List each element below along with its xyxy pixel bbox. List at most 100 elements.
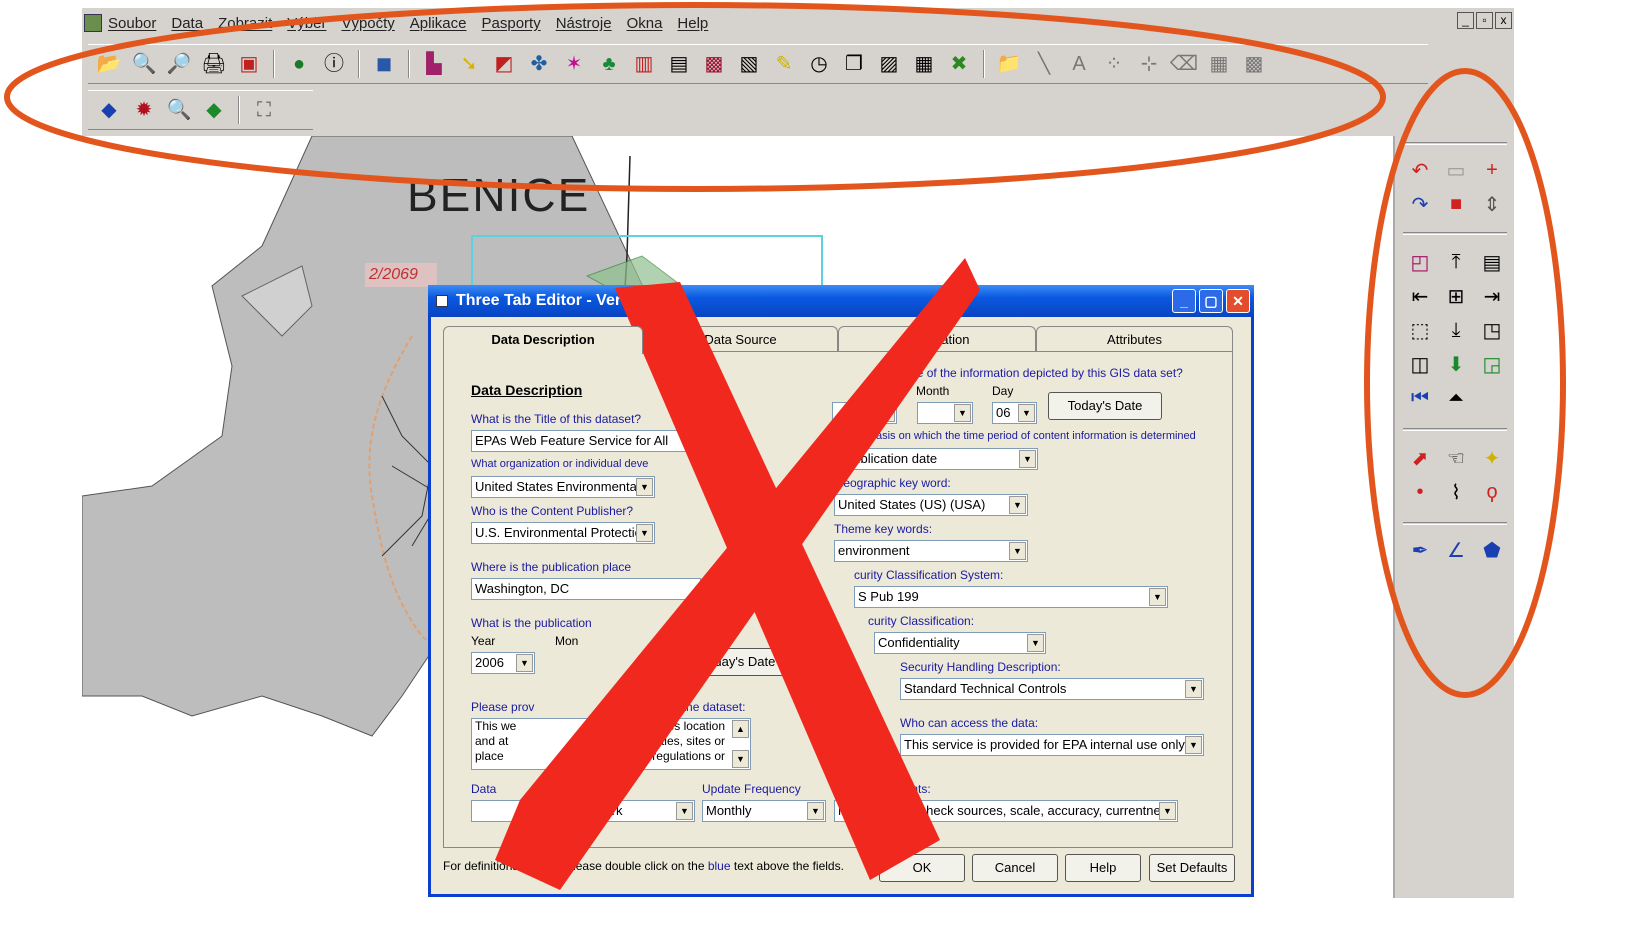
restore-button[interactable]: ▫ [1476,12,1493,29]
minimize-button[interactable]: _ [1457,12,1474,29]
chevron-down-icon[interactable]: ▼ [1019,450,1036,468]
tools-icon[interactable]: ✖ [944,49,974,79]
organization-question[interactable]: What organization or individual deve [471,458,648,470]
bar-chart-icon[interactable]: ▥ [629,49,659,79]
zoom-in-icon[interactable]: 🔍 [129,49,159,79]
menu-nastroje[interactable]: Nástroje [556,15,612,32]
database-icon[interactable]: ◼ [369,49,399,79]
zoom-out-icon[interactable]: 🔎 [164,49,194,79]
buildings-icon[interactable]: ▙ [419,49,449,79]
organization-select[interactable]: United States Environmental [471,476,655,498]
lasso-icon[interactable]: ϙ [1477,478,1507,506]
window-add-icon[interactable]: ◰ [1405,248,1435,276]
pages-icon[interactable]: ❐ [839,49,869,79]
menu-data[interactable]: Data [171,15,203,32]
handling-description-select[interactable]: Standard Technical Controls [900,678,1204,700]
chevron-down-icon[interactable]: ▼ [1018,404,1035,422]
grid-icon[interactable]: ▦ [1204,49,1234,79]
title-question[interactable]: What is the Title of this dataset? [471,412,641,426]
abstract-textarea[interactable]: This we des location and at acilities, sit… [471,718,751,770]
vertex-icon[interactable]: ⊹ [1134,49,1164,79]
dialog-titlebar[interactable]: Three Tab Editor - Ver _ ▢ ✕ [428,285,1254,317]
nodes-icon[interactable]: ⁘ [1099,49,1129,79]
window-green-icon[interactable]: ◲ [1477,350,1507,378]
redo-icon[interactable]: ↷ [1405,190,1435,218]
zoom-icon[interactable]: 🔍 [164,95,194,125]
pen-icon[interactable]: ✒ [1405,536,1435,564]
network-icon[interactable]: ✤ [524,49,554,79]
dashed-box-icon[interactable]: ⬚ [1405,316,1435,344]
split-icon[interactable]: ⇕ [1477,190,1507,218]
abstract-question-end[interactable]: ibing the dataset: [654,700,745,714]
update-frequency-label[interactable]: Update Frequency [702,782,801,796]
pubdate-question[interactable]: What is the publication [471,616,592,630]
rewind-icon[interactable]: ⏮ [1405,384,1435,412]
chevron-down-icon[interactable]: ▼ [1159,802,1176,820]
menu-soubor[interactable]: Soubor [108,15,156,32]
input-box-icon[interactable]: ▭ [1441,156,1471,184]
star-icon[interactable]: ✶ [559,49,589,79]
angle-icon[interactable]: ∠ [1441,536,1471,564]
basis-question[interactable]: asis on which the time period of content… [876,430,1196,442]
image-doc-icon[interactable]: ▩ [699,49,729,79]
pencil-doc-icon[interactable]: ✎ [769,49,799,79]
dialog-minimize-button[interactable]: _ [1172,289,1196,313]
window-split-icon[interactable]: ◫ [1405,350,1435,378]
chevron-down-icon[interactable]: ▼ [636,478,653,496]
theme-keywords-select[interactable]: environment [834,540,1028,562]
plus-box-icon[interactable]: ⊞ [1441,282,1471,310]
tab-data-description[interactable]: Data Description [443,326,643,354]
set-defaults-button[interactable]: Set Defaults [1149,854,1235,882]
align-left-icon[interactable]: ⇤ [1405,282,1435,310]
highlight-icon[interactable]: ✦ [1477,444,1507,472]
top-icon[interactable]: ⏶ [1441,384,1471,412]
security-classification-select[interactable]: Confidentiality [874,632,1046,654]
print-icon[interactable]: 🖨 [199,49,229,79]
doc-image-icon[interactable]: ▨ [874,49,904,79]
folder-icon[interactable]: 📁 [994,49,1024,79]
chevron-down-icon[interactable]: ▼ [676,802,693,820]
chevron-down-icon[interactable]: ▼ [1009,496,1026,514]
erase-icon[interactable]: ⌫ [1169,49,1199,79]
tab-data-source[interactable]: Data Source [643,326,838,352]
report-icon[interactable]: ▧ [734,49,764,79]
menu-zobrazit[interactable]: Zobrazit [218,15,272,32]
tab-attributes[interactable]: Attributes [1036,326,1233,352]
open-folder-icon[interactable]: 📂 [94,49,124,79]
publisher-question[interactable]: Who is the Content Publisher? [471,504,633,518]
crosshair-icon[interactable]: + [1477,156,1507,184]
scroll-down-icon[interactable]: ▼ [732,750,749,768]
layers-icon[interactable]: ▣ [234,49,264,79]
use-constraints-select[interactable]: None. Please check sources, scale, accur… [834,800,1178,822]
align-bottom-icon[interactable]: ⤓ [1441,316,1471,344]
lock-icon[interactable]: ▩ [1239,49,1269,79]
cancel-button[interactable]: Cancel [972,854,1058,882]
access-question[interactable]: Data [471,782,496,796]
place-question[interactable]: Where is the publication place [471,560,631,574]
tab-information[interactable]: Information [838,326,1036,352]
tree-icon[interactable]: ♣ [594,49,624,79]
text-icon[interactable]: A [1064,49,1094,79]
globe-icon[interactable]: ● [284,49,314,79]
who-access-label[interactable]: Who can access the data: [900,716,1038,730]
line-icon[interactable]: ╲ [1029,49,1059,79]
place-field[interactable]: Washington, DC [471,578,701,600]
menu-aplikace[interactable]: Aplikace [410,15,467,32]
node-add-icon[interactable]: • [1405,478,1435,506]
hand-icon[interactable]: ☜ [1441,444,1471,472]
dialog-close-button[interactable]: ✕ [1226,289,1250,313]
security-classification-label[interactable]: curity Classification: [868,614,974,628]
align-right-icon[interactable]: ⇥ [1477,282,1507,310]
diamond-green-icon[interactable]: ◆ [199,95,229,125]
close-button[interactable]: x [1495,12,1512,29]
table-icon[interactable]: ▤ [1477,248,1507,276]
chevron-down-icon[interactable]: ▼ [636,524,653,542]
today-date-button-left[interactable]: Today's Date [688,648,788,676]
publisher-select[interactable]: U.S. Environmental Protectio [471,522,655,544]
clock-icon[interactable]: ◷ [804,49,834,79]
chevron-down-icon[interactable]: ▼ [1027,634,1044,652]
abstract-question[interactable]: Please prov [471,700,534,714]
dialog-maximize-button[interactable]: ▢ [1199,289,1223,313]
geographic-keyword-select[interactable]: United States (US) (USA) [834,494,1028,516]
today-date-button-right[interactable]: Today's Date [1048,392,1162,420]
